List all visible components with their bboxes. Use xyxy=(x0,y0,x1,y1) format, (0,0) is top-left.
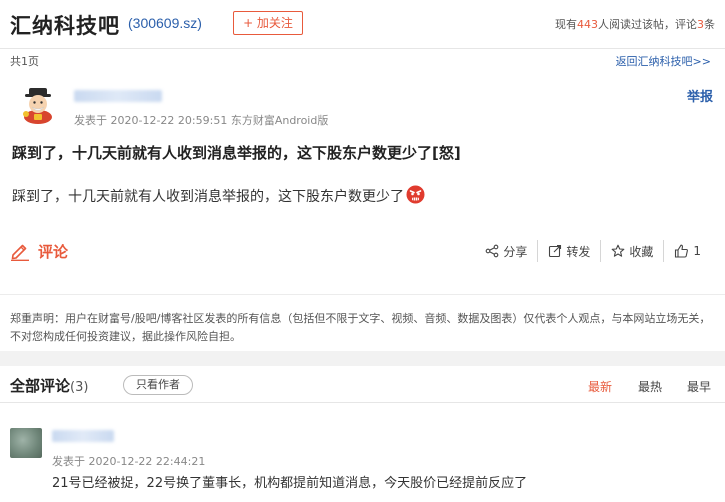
favorite-label: 收藏 xyxy=(629,244,654,259)
sort-hottest-tab[interactable]: 最热 xyxy=(638,378,662,395)
read-stats-suffix: 条 xyxy=(704,18,715,31)
header: 汇纳科技吧 (300609.sz) + 加关注 现有443人阅读过该帖，评论3条 xyxy=(0,0,725,49)
sort-earliest-tab[interactable]: 最早 xyxy=(687,378,711,395)
post-title: 踩到了，十几天前就有人收到消息举报的，这下股东户数更少了[怒] xyxy=(12,144,461,162)
divider xyxy=(0,294,725,295)
share-button[interactable]: 分享 xyxy=(475,239,537,263)
commenter-username[interactable] xyxy=(52,430,114,442)
comments-header: 全部评论(3) 只看作者 最新 最热 最早 xyxy=(0,366,725,403)
share-icon xyxy=(485,244,499,258)
all-comments-label: 全部评论 xyxy=(10,377,71,395)
share-label: 分享 xyxy=(503,244,528,259)
read-stats: 现有443人阅读过该帖，评论3条 xyxy=(555,16,715,32)
angry-emoji-icon xyxy=(406,185,425,204)
repost-label: 转发 xyxy=(566,244,591,259)
all-comments-title: 全部评论(3) xyxy=(10,375,88,396)
author-only-button[interactable]: 只看作者 xyxy=(123,375,193,395)
comment-count: 3 xyxy=(697,18,704,31)
back-to-bar-link[interactable]: 返回汇纳科技吧>> xyxy=(616,53,711,69)
page-count: 共1页 xyxy=(10,55,39,68)
repost-icon xyxy=(549,244,562,258)
post-body: 踩到了，十几天前就有人收到消息举报的，这下股东户数更少了 xyxy=(12,185,425,206)
action-bar: 分享 转发 收藏 1 xyxy=(475,239,711,263)
follow-button[interactable]: + 加关注 xyxy=(233,11,303,35)
comment-text: 21号已经被捉，22号换了董事长，机构都提前知道消息，今天股价已经提前反应了 xyxy=(52,476,528,491)
bar-title[interactable]: 汇纳科技吧 xyxy=(10,10,120,40)
comment-meta: 发表于 2020-12-22 22:44:21 xyxy=(52,455,206,468)
sort-newest-tab[interactable]: 最新 xyxy=(588,378,612,395)
commenter-avatar[interactable] xyxy=(10,428,42,458)
like-count: 1 xyxy=(693,244,701,258)
report-button[interactable]: 举报 xyxy=(687,86,713,105)
section-gap xyxy=(0,351,725,366)
all-comments-count: (3) xyxy=(70,380,89,395)
thumbs-up-icon xyxy=(675,244,689,258)
read-stats-middle: 人阅读过该帖，评论 xyxy=(598,18,697,31)
repost-button[interactable]: 转发 xyxy=(538,239,600,263)
stock-code[interactable]: (300609.sz) xyxy=(128,15,202,31)
post-page: 汇纳科技吧 (300609.sz) + 加关注 现有443人阅读过该帖，评论3条… xyxy=(0,0,725,502)
reader-count: 443 xyxy=(577,18,598,31)
god-of-wealth-avatar-icon xyxy=(23,88,52,124)
disclaimer: 郑重声明：用户在财富号/股吧/博客社区发表的所有信息（包括但不限于文字、视频、音… xyxy=(10,312,711,343)
comment-label: 评论 xyxy=(38,243,69,261)
like-button[interactable]: 1 xyxy=(664,239,711,263)
post-meta: 发表于 2020-12-22 20:59:51 东方财富Android版 xyxy=(74,114,329,127)
post-body-text: 踩到了，十几天前就有人收到消息举报的，这下股东户数更少了 xyxy=(12,189,404,205)
author-avatar[interactable] xyxy=(20,86,56,124)
author-username[interactable] xyxy=(74,90,162,102)
read-stats-prefix: 现有 xyxy=(555,18,577,31)
pencil-icon xyxy=(11,244,29,261)
favorite-button[interactable]: 收藏 xyxy=(601,239,663,263)
star-icon xyxy=(611,244,625,257)
